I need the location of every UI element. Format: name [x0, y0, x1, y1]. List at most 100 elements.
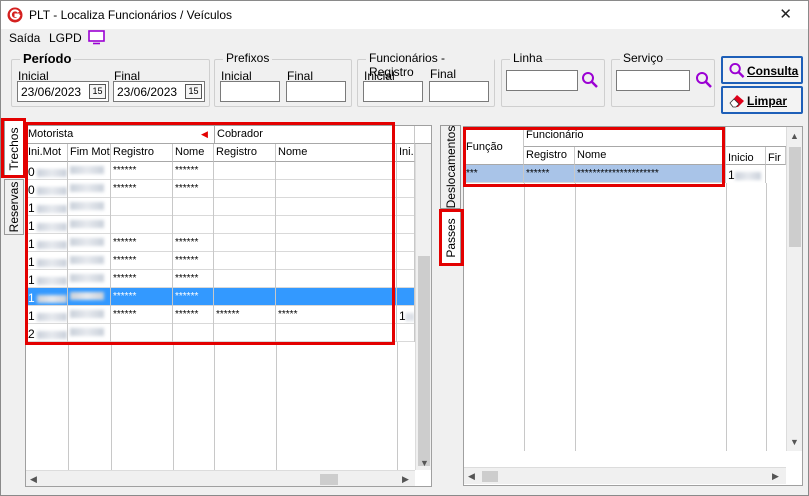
header-filler [415, 126, 431, 144]
table-cell [276, 324, 397, 342]
monitor-icon[interactable] [88, 30, 105, 45]
table-cell: ****** [173, 252, 214, 270]
calendar-icon[interactable]: 15 [185, 84, 202, 99]
func-registro-final-label: Final [430, 67, 457, 81]
table-row[interactable]: 1 ****** ****** [26, 288, 415, 306]
table-cell [111, 198, 173, 216]
prefixos-inicial-input[interactable] [220, 81, 280, 102]
table-cell: 1 [26, 198, 68, 216]
servico-input[interactable] [616, 70, 690, 91]
table-cell [214, 324, 276, 342]
prefixos-final-input[interactable] [286, 81, 346, 102]
trechos-vscroll[interactable] [415, 144, 431, 470]
col-funcao[interactable]: Função [464, 127, 524, 165]
col-func-registro[interactable]: Registro [524, 147, 575, 165]
linha-input[interactable] [506, 70, 578, 91]
tab-trechos[interactable]: Trechos [4, 120, 24, 178]
table-cell [68, 162, 111, 180]
table-cell [397, 288, 415, 306]
table-cell [173, 198, 214, 216]
table-row[interactable]: 2 [26, 324, 415, 342]
table-cell [397, 198, 415, 216]
tab-deslocamentos[interactable]: Deslocamentos [440, 125, 461, 209]
table-cell: 0 [26, 180, 68, 198]
table-cell [397, 270, 415, 288]
tab-trechos-label: Trechos [7, 127, 21, 171]
consulta-button[interactable]: Consulta [721, 56, 803, 84]
inicio-cell: 1 [726, 165, 766, 183]
search-icon [729, 62, 745, 78]
table-cell: ****** [173, 288, 214, 306]
table-cell [214, 216, 276, 234]
limpar-label: Limpar [747, 94, 788, 108]
table-row[interactable]: 1 ****** ****** ****** ***** 1 [26, 306, 415, 324]
table-cell: 1 [26, 306, 68, 324]
search-icon[interactable] [695, 71, 713, 89]
passes-hscroll[interactable]: ◀ ▶ [464, 467, 786, 484]
table-row[interactable]: *** ****** ********************* [464, 165, 726, 183]
chevron-down-icon[interactable]: ▼ [420, 458, 429, 468]
col-nome[interactable]: Nome [173, 144, 214, 162]
col-func-nome[interactable]: Nome [575, 147, 726, 165]
tab-reservas[interactable]: Reservas [4, 179, 24, 235]
func-registro-final-input[interactable] [429, 81, 489, 102]
col-fir[interactable]: Fir [766, 147, 786, 165]
col-inicio[interactable]: Inicio [726, 147, 766, 165]
periodo-final-value: 23/06/2023 [117, 85, 178, 99]
motorista-header: Motorista [26, 126, 214, 144]
table-cell [214, 162, 276, 180]
col-ini-c[interactable]: Ini.( [397, 144, 415, 162]
table-row[interactable]: 0 ****** ****** [26, 180, 415, 198]
table-cell: ****** [173, 180, 214, 198]
registro-cell: ****** [524, 165, 575, 183]
eraser-icon [729, 95, 744, 108]
trechos-hscroll[interactable]: ◀ ▶ [26, 470, 415, 486]
table-cell [397, 162, 415, 180]
table-cell [397, 234, 415, 252]
table-cell: ****** [173, 270, 214, 288]
table-cell [68, 288, 111, 306]
table-cell [276, 288, 397, 306]
table-row[interactable]: 1 [26, 198, 415, 216]
close-icon[interactable]: ✕ [779, 5, 792, 23]
table-cell: 1 [26, 270, 68, 288]
func-registro-inicial-input[interactable] [363, 81, 423, 102]
linha-title: Linha [510, 51, 546, 65]
consulta-label: Consulta [747, 64, 799, 78]
table-cell [68, 234, 111, 252]
table-row[interactable]: 1 ****** ****** [26, 252, 415, 270]
table-cell: ****** [111, 270, 173, 288]
menu-bar: Saída LGPD [1, 29, 808, 49]
tab-deslocamentos-label: Deslocamentos [443, 125, 458, 209]
tab-passes-label: Passes [443, 218, 458, 258]
tab-passes[interactable]: Passes [440, 211, 461, 265]
col-cobrador-nome[interactable]: Nome [276, 144, 397, 162]
table-cell [68, 270, 111, 288]
col-registro[interactable]: Registro [111, 144, 173, 162]
table-cell [276, 180, 397, 198]
col-cobrador-registro[interactable]: Registro [214, 144, 276, 162]
passes-vscroll[interactable]: ▲ ▼ [786, 127, 802, 451]
menu-lgpd[interactable]: LGPD [49, 31, 82, 45]
cobrador-header: Cobrador [214, 126, 415, 144]
table-row[interactable]: 1 [26, 216, 415, 234]
calendar-icon[interactable]: 15 [89, 84, 106, 99]
table-cell: ***** [276, 306, 397, 324]
col-fim-mot[interactable]: Fim Mot [68, 144, 111, 162]
col-ini-mot[interactable]: Ini.Mot [26, 144, 68, 162]
table-row[interactable]: 1 ****** ****** [26, 270, 415, 288]
table-cell: 0 [26, 162, 68, 180]
table-row[interactable]: 1 ****** ****** [26, 234, 415, 252]
table-cell [214, 234, 276, 252]
trechos-grid: Motorista ◀ Cobrador Ini.Mot Fim Mot Reg… [25, 125, 432, 487]
table-cell [276, 198, 397, 216]
table-cell: ****** [111, 162, 173, 180]
menu-saida[interactable]: Saída [9, 31, 40, 45]
funcao-cell: *** [464, 165, 524, 183]
table-cell [173, 324, 214, 342]
search-icon[interactable] [581, 71, 599, 89]
table-cell [173, 216, 214, 234]
limpar-button[interactable]: Limpar [721, 86, 803, 114]
table-cell [111, 324, 173, 342]
table-row[interactable]: 0 ****** ****** [26, 162, 415, 180]
